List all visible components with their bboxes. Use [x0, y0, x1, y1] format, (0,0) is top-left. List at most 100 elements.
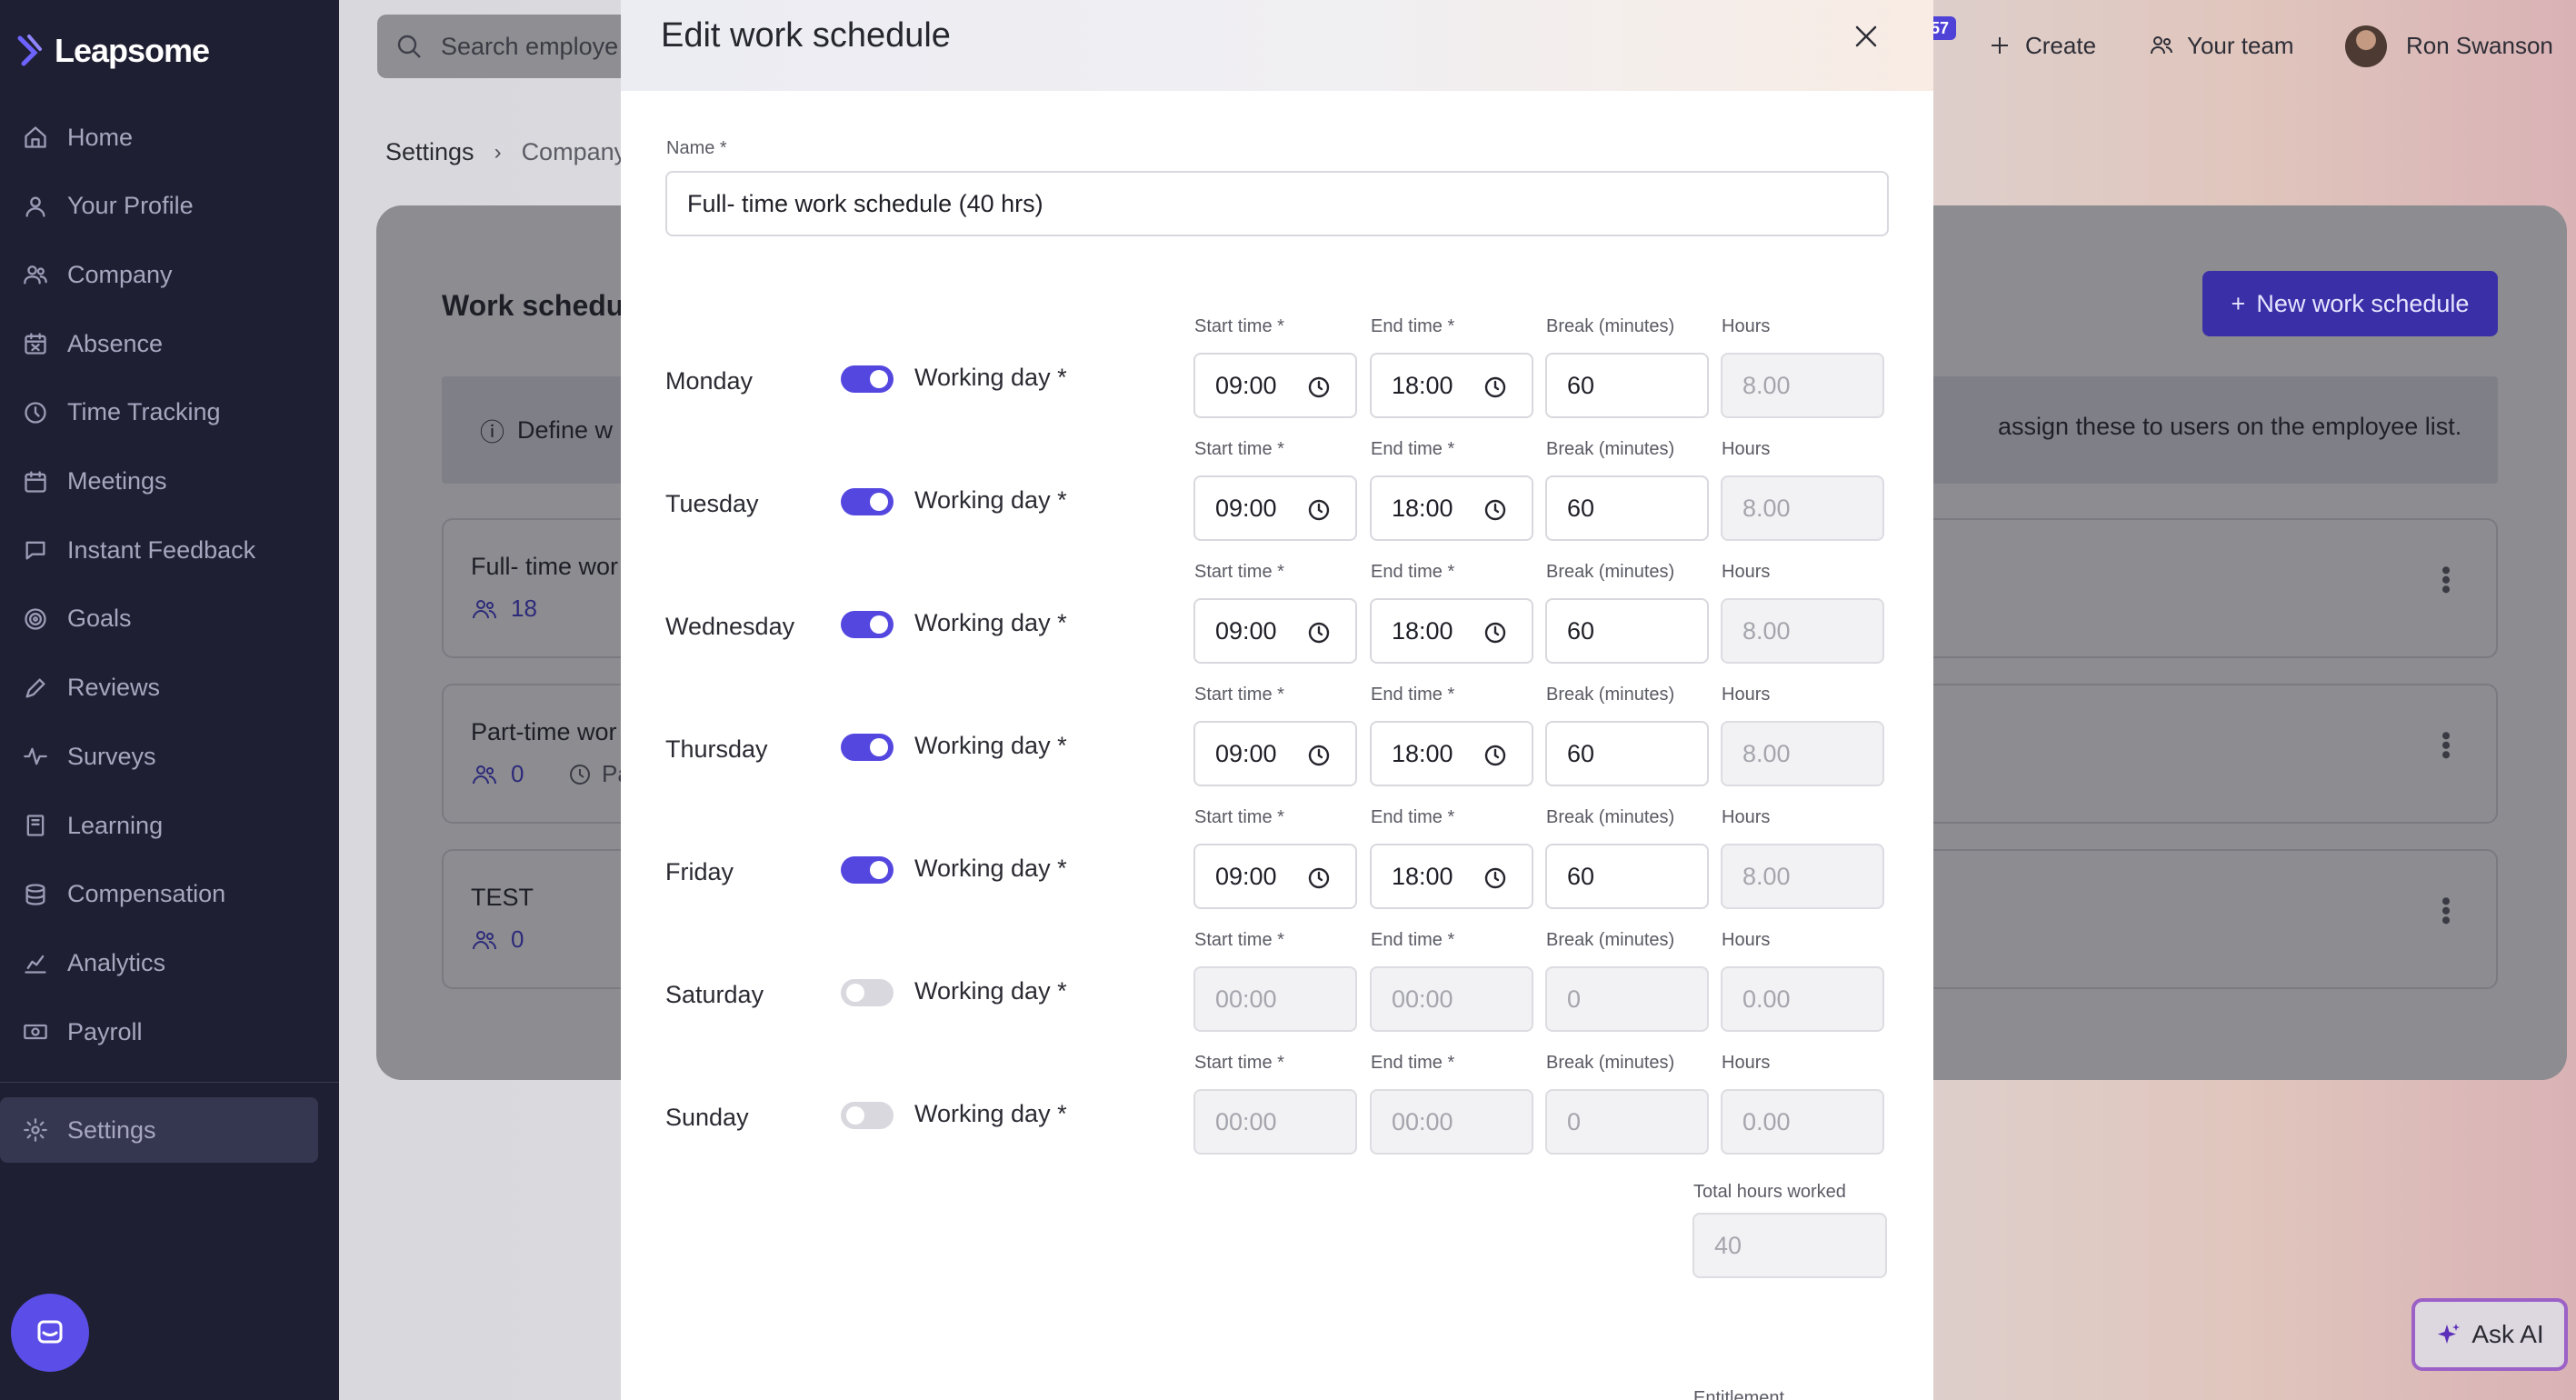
clock-icon[interactable] [1483, 620, 1508, 645]
close-button[interactable] [1850, 20, 1882, 53]
close-icon [1855, 25, 1877, 47]
sidebar-item-label: Settings [67, 1115, 156, 1144]
your-team-label: Your team [2187, 31, 2294, 59]
clock-icon[interactable] [1483, 865, 1508, 891]
start-time-input[interactable]: 09:00 [1193, 475, 1357, 541]
leapsome-logo[interactable]: Leapsome [16, 31, 210, 71]
sidebar-item-label: Company [67, 260, 173, 288]
end-time-input[interactable]: 18:00 [1370, 844, 1533, 909]
more-options-icon[interactable]: ••• [2431, 896, 2461, 925]
avatar[interactable] [2345, 25, 2387, 67]
sidebar-item-analytics[interactable]: Analytics [0, 931, 339, 995]
sidebar-item-settings[interactable]: Settings [0, 1098, 339, 1162]
break-minutes-input[interactable]: 60 [1545, 721, 1709, 786]
sidebar: Leapsome Home Your Profile Company Absence T… [0, 0, 339, 1400]
working-day-label: Working day * [914, 364, 1067, 391]
break-minutes-input[interactable]: 60 [1545, 844, 1709, 909]
clock-icon[interactable] [1483, 743, 1508, 768]
clock-icon[interactable] [1483, 497, 1508, 523]
user-menu[interactable]: Ron Swanson [2406, 27, 2553, 64]
working-day-toggle[interactable] [841, 856, 894, 884]
working-day-toggle[interactable] [841, 611, 894, 638]
working-day-toggle[interactable] [841, 734, 894, 761]
coins-icon [22, 881, 49, 908]
end-time-input[interactable]: 18:00 [1370, 475, 1533, 541]
sidebar-item-company[interactable]: Company [0, 243, 339, 306]
search-input[interactable]: Search employe [377, 15, 650, 78]
sidebar-item-time-tracking[interactable]: Time Tracking [0, 381, 339, 445]
end-time-input[interactable]: 18:00 [1370, 353, 1533, 418]
support-chat-button[interactable] [11, 1294, 89, 1372]
break-label: Break (minutes) [1546, 685, 1675, 705]
start-time-label: Start time * [1194, 685, 1284, 705]
end-time-label: End time * [1371, 930, 1455, 950]
create-button[interactable]: Create [1987, 27, 2096, 64]
breadcrumb-settings[interactable]: Settings [385, 138, 474, 166]
working-day-toggle[interactable] [841, 1102, 894, 1129]
sidebar-item-compensation[interactable]: Compensation [0, 863, 339, 926]
break-minutes-input[interactable]: 60 [1545, 598, 1709, 664]
end-time-value: 00:00 [1392, 1107, 1453, 1135]
breadcrumb: Settings › Company [385, 138, 626, 166]
sidebar-item-label: Goals [67, 605, 132, 633]
sidebar-item-your-profile[interactable]: Your Profile [0, 175, 339, 238]
end-time-input[interactable]: 18:00 [1370, 598, 1533, 664]
hours-label: Hours [1722, 807, 1771, 827]
sidebar-item-meetings[interactable]: Meetings [0, 450, 339, 514]
sidebar-item-surveys[interactable]: Surveys [0, 725, 339, 788]
start-time-label: Start time * [1194, 562, 1284, 582]
schedule-user-count: 0 [471, 925, 524, 954]
break-value: 0 [1567, 1107, 1582, 1135]
clock-icon[interactable] [1306, 865, 1332, 891]
more-options-icon[interactable]: ••• [2431, 731, 2461, 760]
day-name: Thursday [665, 735, 768, 763]
clock-icon[interactable] [1306, 743, 1332, 768]
break-minutes-input[interactable]: 60 [1545, 353, 1709, 418]
users-icon [473, 599, 496, 618]
total-hours-label: Total hours worked [1693, 1182, 1846, 1202]
sidebar-item-label: Learning [67, 811, 164, 839]
break-value: 60 [1567, 371, 1595, 399]
sidebar-item-instant-feedback[interactable]: Instant Feedback [0, 518, 339, 582]
sidebar-item-label: Absence [67, 329, 164, 357]
sidebar-item-payroll[interactable]: Payroll [0, 1000, 339, 1064]
sidebar-item-home[interactable]: Home [0, 105, 339, 169]
working-day-label: Working day * [914, 855, 1067, 882]
pen-icon [22, 675, 49, 702]
break-minutes-input[interactable]: 60 [1545, 475, 1709, 541]
working-day-toggle[interactable] [841, 488, 894, 515]
sidebar-item-goals[interactable]: Goals [0, 587, 339, 651]
your-team-button[interactable]: Your team [2149, 27, 2294, 64]
start-time-input[interactable]: 09:00 [1193, 353, 1357, 418]
chat-icon [37, 1320, 63, 1344]
hours-value: 8.00 [1742, 739, 1791, 767]
sidebar-item-reviews[interactable]: Reviews [0, 656, 339, 720]
break-value: 60 [1567, 616, 1595, 645]
working-day-toggle[interactable] [841, 365, 894, 393]
start-time-input[interactable]: 09:00 [1193, 844, 1357, 909]
new-work-schedule-button[interactable]: + New work schedule [2202, 271, 2498, 336]
end-time-value: 18:00 [1392, 739, 1453, 767]
name-field[interactable]: Full- time work schedule (40 hrs) [665, 171, 1889, 236]
clock-icon[interactable] [1306, 620, 1332, 645]
clock-icon[interactable] [1483, 375, 1508, 400]
working-day-toggle[interactable] [841, 979, 894, 1006]
modal-header: Edit work schedule [621, 0, 1933, 91]
end-time-input[interactable]: 18:00 [1370, 721, 1533, 786]
breadcrumb-company[interactable]: Company [522, 138, 627, 166]
clock-icon[interactable] [1306, 375, 1332, 400]
clock-icon[interactable] [1306, 497, 1332, 523]
end-time-label: End time * [1371, 316, 1455, 336]
start-time-input[interactable]: 09:00 [1193, 598, 1357, 664]
sidebar-item-label: Meetings [67, 467, 167, 495]
sidebar-item-learning[interactable]: Learning [0, 794, 339, 857]
more-options-icon[interactable]: ••• [2431, 565, 2461, 595]
sidebar-item-label: Your Profile [67, 192, 194, 220]
start-time-input[interactable]: 09:00 [1193, 721, 1357, 786]
chart-icon [22, 949, 49, 976]
clock-icon [22, 399, 49, 426]
ask-ai-button[interactable]: Ask AI [2411, 1298, 2568, 1371]
sidebar-item-absence[interactable]: Absence [0, 312, 339, 375]
user-name: Ron Swanson [2406, 31, 2553, 59]
ask-ai-label: Ask AI [2471, 1320, 2544, 1348]
